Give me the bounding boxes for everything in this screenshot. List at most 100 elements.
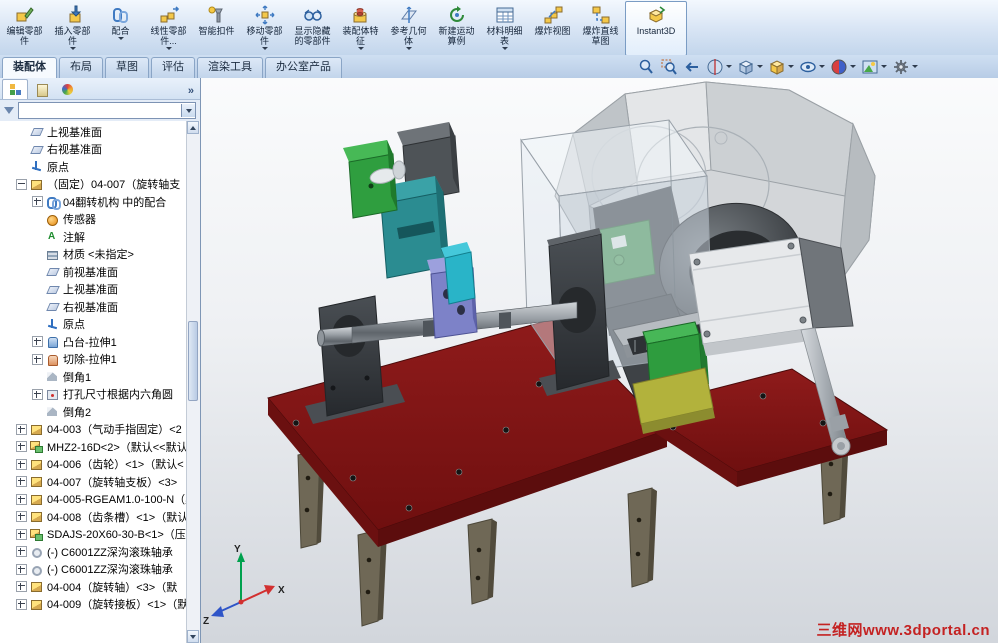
show-hidden-components-button[interactable]: 显示隐藏的零部件: [289, 1, 336, 56]
tree-item[interactable]: 凸台-拉伸1: [0, 333, 200, 351]
expand-icon[interactable]: [32, 353, 43, 365]
tab-featuremanager[interactable]: [2, 79, 28, 99]
expand-icon[interactable]: [16, 423, 27, 435]
section-view-dropdown-icon[interactable]: [726, 65, 732, 68]
tree-item[interactable]: MHZ2-16D<2>（默认<<默认: [0, 438, 200, 456]
tree-item[interactable]: 04-005-RGEAM1.0-100-N（默: [0, 491, 200, 509]
edit-appearance-dropdown-icon[interactable]: [850, 65, 856, 68]
tab-evaluate[interactable]: 评估: [151, 57, 195, 78]
zoom-to-area-icon[interactable]: [658, 57, 679, 76]
apply-scene-dropdown-icon[interactable]: [881, 65, 887, 68]
view-settings-dropdown-icon[interactable]: [912, 65, 918, 68]
move-component-label: 移动零部件: [246, 26, 283, 46]
tree-item[interactable]: 04-006（齿轮）<1>（默认<: [0, 456, 200, 474]
tree-item[interactable]: 注解: [0, 228, 200, 246]
tree-item[interactable]: 右视基准面: [0, 141, 200, 159]
hide-show-items-icon[interactable]: [797, 57, 818, 76]
move-component-button[interactable]: 移动零部件: [241, 1, 288, 56]
reference-geometry-button[interactable]: 参考几何体: [385, 1, 432, 56]
exploded-view-button[interactable]: 爆炸视图: [529, 1, 576, 56]
tab-layout[interactable]: 布局: [59, 57, 103, 78]
expand-icon[interactable]: [32, 388, 43, 400]
scrollbar-thumb[interactable]: [188, 321, 198, 401]
tree-item[interactable]: 打孔尺寸根据内六角圆: [0, 386, 200, 404]
tree-item[interactable]: 右视基准面: [0, 298, 200, 316]
tree-item[interactable]: 原点: [0, 158, 200, 176]
expand-icon[interactable]: [16, 546, 27, 558]
tree-scrollbar[interactable]: [186, 121, 200, 643]
tree-item[interactable]: 切除-拉伸1: [0, 351, 200, 369]
mate-label: 配合: [111, 26, 130, 36]
new-motion-study-button[interactable]: 新建运动算例: [433, 1, 480, 56]
linear-pattern-button[interactable]: 线性零部件...: [145, 1, 192, 56]
tree-item[interactable]: 04-008（齿条槽）<1>（默认: [0, 508, 200, 526]
tree-item[interactable]: （固定）04-007（旋转轴支: [0, 176, 200, 194]
tree-item[interactable]: (-) C6001ZZ深沟滚珠轴承: [0, 543, 200, 561]
tab-office-products[interactable]: 办公室产品: [265, 57, 342, 78]
tab-propertymanager[interactable]: [28, 79, 54, 99]
tab-assembly[interactable]: 装配体: [2, 57, 57, 78]
assembly-3d-model[interactable]: Y X Z: [201, 78, 998, 643]
tab-render-tools[interactable]: 渲染工具: [197, 57, 263, 78]
expand-icon[interactable]: [16, 458, 27, 470]
view-orientation-icon[interactable]: [735, 57, 756, 76]
view-orientation-dropdown-icon[interactable]: [757, 65, 763, 68]
tree-item[interactable]: 原点: [0, 316, 200, 334]
previous-view-icon[interactable]: [681, 57, 702, 76]
expand-icon[interactable]: [16, 476, 27, 488]
section-view-icon[interactable]: [704, 57, 725, 76]
hide-show-items-dropdown-icon[interactable]: [819, 65, 825, 68]
left-shaft-bracket[interactable]: [305, 295, 405, 424]
view-settings-icon[interactable]: [890, 57, 911, 76]
tab-sketch[interactable]: 草图: [105, 57, 149, 78]
tree-item[interactable]: 上视基准面: [0, 281, 200, 299]
tree-item[interactable]: 倒角1: [0, 368, 200, 386]
expand-icon[interactable]: [16, 441, 27, 453]
assembly-features-button[interactable]: 装配体特征: [337, 1, 384, 56]
tree-item[interactable]: 上视基准面: [0, 123, 200, 141]
display-style-dropdown-icon[interactable]: [788, 65, 794, 68]
filter-dropdown-icon[interactable]: [181, 104, 195, 117]
tree-item[interactable]: 04-007（旋转轴支板）<3>: [0, 473, 200, 491]
insert-component-button[interactable]: 插入零部件: [49, 1, 96, 56]
tree-item[interactable]: (-) C6001ZZ深沟滚珠轴承: [0, 561, 200, 579]
scroll-down-button[interactable]: [187, 630, 199, 643]
tree-item[interactable]: 材质 <未指定>: [0, 246, 200, 264]
panel-collapse-chevron[interactable]: »: [188, 85, 198, 99]
tree-filter-input[interactable]: [18, 102, 196, 119]
edit-component-button[interactable]: 编辑零部件: [1, 1, 48, 56]
tree-item[interactable]: 04-004（旋转轴）<3>（默: [0, 578, 200, 596]
tab-configurationmanager[interactable]: [54, 79, 80, 99]
tree-item[interactable]: 04-003（气动手指固定）<2: [0, 421, 200, 439]
expand-icon[interactable]: [16, 511, 27, 523]
tree-item[interactable]: 04翻转机构 中的配合: [0, 193, 200, 211]
edit-appearance-icon[interactable]: [828, 57, 849, 76]
scroll-up-button[interactable]: [187, 121, 199, 134]
expand-icon[interactable]: [16, 581, 27, 593]
part-icon: [30, 510, 43, 523]
tree-item[interactable]: 传感器: [0, 211, 200, 229]
apply-scene-icon[interactable]: [859, 57, 880, 76]
instant3d-button[interactable]: Instant3D: [625, 1, 687, 56]
expand-icon[interactable]: [32, 336, 43, 348]
expand-icon[interactable]: [16, 563, 27, 575]
tree-item[interactable]: SDAJS-20X60-30-B<1>（压: [0, 526, 200, 544]
display-style-icon[interactable]: [766, 57, 787, 76]
expand-icon[interactable]: [16, 528, 27, 540]
expand-icon[interactable]: [32, 196, 43, 208]
collapse-icon[interactable]: [16, 178, 27, 190]
graphics-viewport[interactable]: Y X Z 三维网www.3dportal.cn: [201, 78, 998, 643]
explode-line-sketch-button[interactable]: 爆炸直线草图: [577, 1, 624, 56]
mate-button[interactable]: 配合: [97, 1, 144, 56]
tree-item[interactable]: 前视基准面: [0, 263, 200, 281]
tree-item[interactable]: 倒角2: [0, 403, 200, 421]
tree-item[interactable]: 04-009（旋转接板）<1>（默: [0, 596, 200, 614]
plane-icon: [30, 125, 43, 138]
featuremanager-tree-icon: [9, 83, 22, 96]
zoom-fit-icon[interactable]: [635, 57, 656, 76]
show-hidden-components-icon: [303, 4, 323, 26]
expand-icon[interactable]: [16, 598, 27, 610]
smart-fasteners-button[interactable]: 智能扣件: [193, 1, 240, 56]
bill-of-materials-button[interactable]: 材料明细表: [481, 1, 528, 56]
expand-icon[interactable]: [16, 493, 27, 505]
